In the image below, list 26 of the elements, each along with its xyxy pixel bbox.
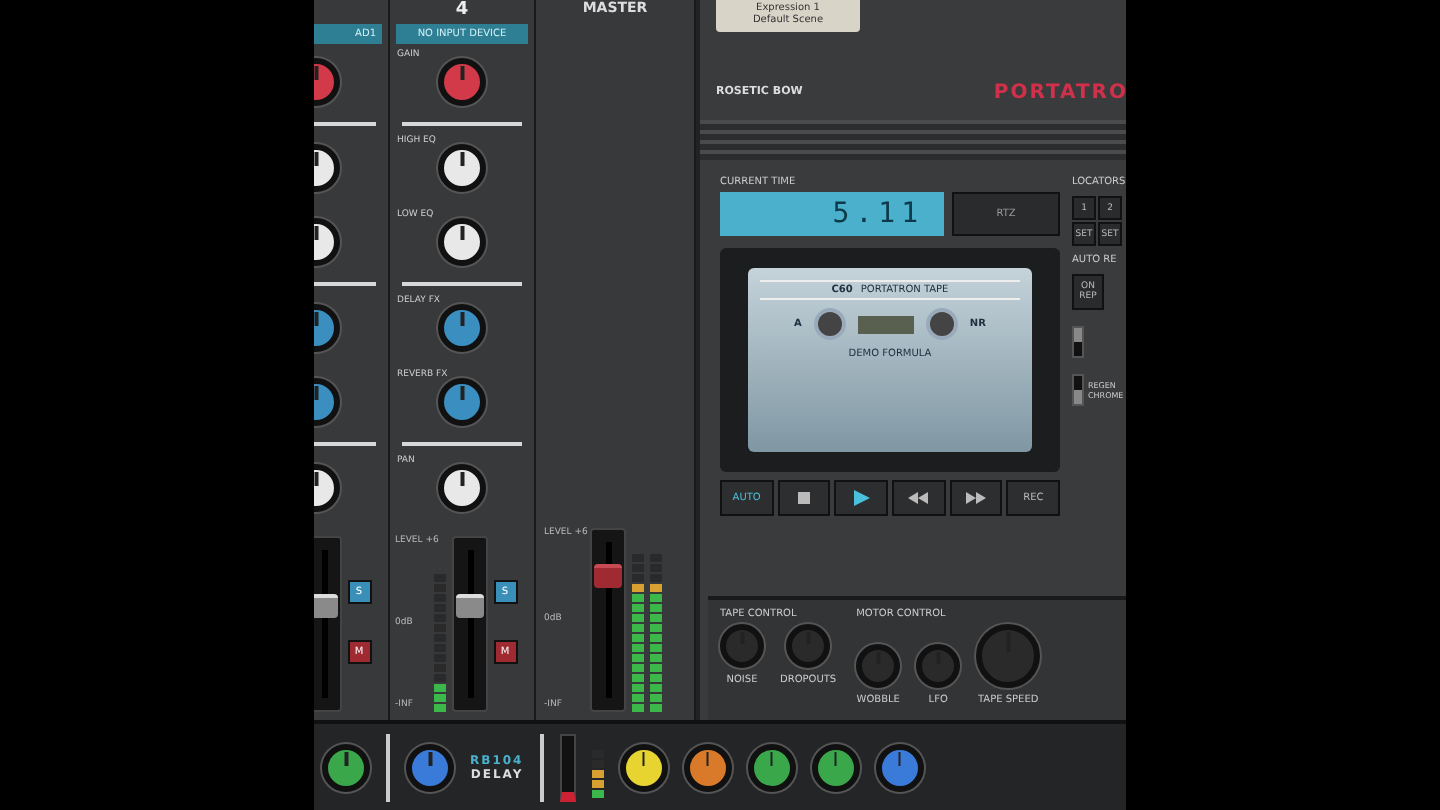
toggle-switch[interactable]: [1072, 326, 1084, 358]
play-icon: [853, 490, 870, 506]
stop-icon: [798, 492, 810, 504]
rewind-icon: [908, 492, 929, 504]
knob[interactable]: [438, 463, 486, 511]
transport-button[interactable]: [834, 480, 889, 516]
knob[interactable]: [619, 743, 668, 791]
transport-button[interactable]: [892, 480, 946, 516]
fader-handle[interactable]: [594, 563, 622, 587]
knob[interactable]: [811, 743, 860, 791]
reel-icon: [925, 308, 958, 340]
mini-fader[interactable]: [559, 733, 576, 801]
reel-icon: [813, 308, 846, 340]
knob[interactable]: [747, 743, 796, 791]
knob[interactable]: [438, 143, 486, 191]
knob[interactable]: [683, 743, 732, 791]
knob[interactable]: [438, 217, 486, 265]
tape-window: [857, 315, 914, 333]
time-display: 5.11: [720, 192, 944, 236]
toggle-switch[interactable]: [1072, 374, 1084, 406]
transport-button[interactable]: [949, 480, 1003, 516]
transport-button[interactable]: [777, 480, 831, 516]
product-name: PORTATRO: [993, 81, 1126, 103]
knob[interactable]: [322, 743, 370, 791]
channel-number: 4: [455, 0, 469, 20]
fast-forward-icon: [966, 492, 987, 504]
